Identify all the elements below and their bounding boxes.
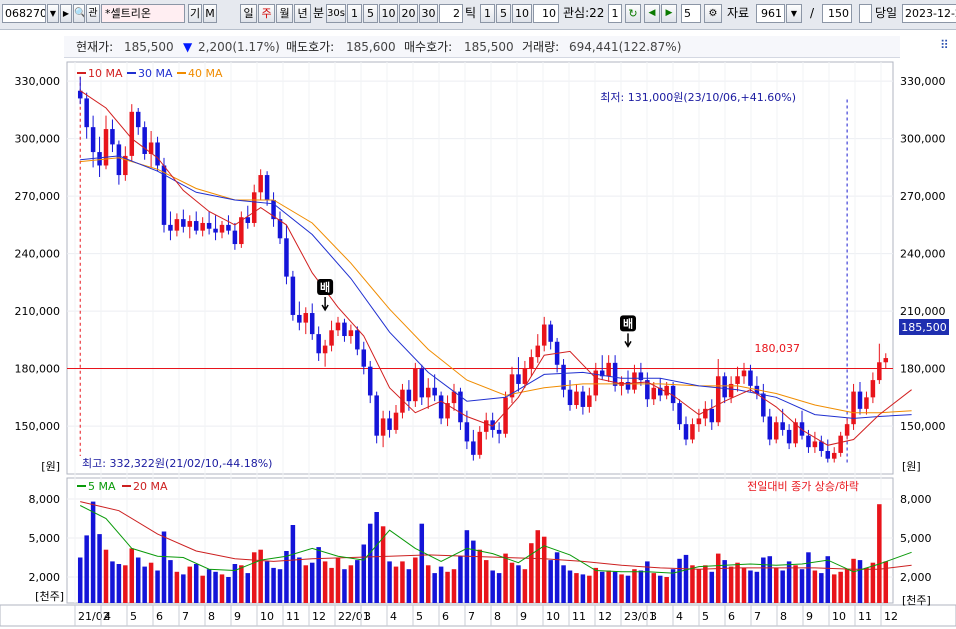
data-label: 자료 [727, 6, 750, 20]
minute-30s-button[interactable]: 30s [326, 4, 346, 23]
favorite-toggle-button[interactable]: 관 [86, 4, 100, 23]
today-checkbox[interactable] [859, 4, 872, 23]
data-count-input[interactable]: 961 [756, 4, 785, 23]
minute-label: 분 [313, 6, 325, 20]
date-input[interactable]: 2023-12-2 [902, 4, 956, 23]
period-year-button[interactable]: 년 [294, 4, 311, 23]
period-month-button[interactable]: 월 [276, 4, 293, 23]
interest-label: 관심:22 [563, 6, 605, 20]
next-page-arrow-icon[interactable]: ▶ [661, 4, 677, 23]
change-value: 2,200(1.17%) [198, 40, 280, 54]
minute-custom-input[interactable]: 2 [439, 4, 463, 23]
search-icon[interactable]: 🔍 [73, 4, 85, 23]
m-button[interactable]: M [203, 4, 217, 23]
minute-20-button[interactable]: 20 [399, 4, 418, 23]
minute-10-button[interactable]: 10 [379, 4, 398, 23]
volume-label: 거래량: [522, 40, 560, 54]
tick-5-button[interactable]: 5 [496, 4, 511, 23]
minute-30-button[interactable]: 30 [419, 4, 438, 23]
today-label: 당일 [875, 6, 898, 20]
chart-toolbar: 068270 ▼ ▶ 🔍 관 *셀트리온 기 M 일 주 월 년 분 30s 1… [0, 0, 956, 30]
tick-label: 틱 [465, 6, 477, 20]
chart-area[interactable] [0, 30, 956, 629]
interest-value-input[interactable]: 1 [608, 4, 622, 23]
nav-step-input[interactable]: 5 [681, 4, 701, 23]
volume-value: 694,441(122.87%) [569, 40, 682, 54]
price-value: 185,500 [124, 40, 174, 54]
bid-label: 매수호가: [404, 40, 453, 54]
quote-info-bar: 현재가: 185,500 ▼ 2,200(1.17%) 매도호가: 185,60… [64, 36, 900, 58]
panel-grid-icon[interactable]: ⠿ [940, 38, 949, 52]
minute-1-button[interactable]: 1 [347, 4, 362, 23]
down-triangle-icon: ▼ [183, 40, 193, 54]
bid-value: 185,500 [464, 40, 514, 54]
ask-label: 매도호가: [286, 40, 335, 54]
data-total-input[interactable]: 150 [822, 4, 852, 23]
settings-icon[interactable]: ⚙ [704, 4, 722, 23]
minute-5-button[interactable]: 5 [363, 4, 378, 23]
slash-separator: / [810, 6, 815, 20]
next-arrow-icon[interactable]: ▶ [60, 4, 72, 23]
gi-button[interactable]: 기 [188, 4, 202, 23]
ask-value: 185,600 [346, 40, 396, 54]
period-week-button[interactable]: 주 [258, 4, 275, 23]
stock-name-field: *셀트리온 [101, 4, 185, 23]
tick-1-button[interactable]: 1 [480, 4, 495, 23]
stock-code-input[interactable]: 068270 [2, 4, 46, 23]
price-label: 현재가: [76, 40, 114, 54]
refresh-icon[interactable]: ↻ [625, 4, 641, 23]
data-count-dropdown-icon[interactable]: ▼ [786, 4, 802, 23]
tick-10-button[interactable]: 10 [512, 4, 532, 23]
period-day-button[interactable]: 일 [240, 4, 257, 23]
prev-arrow-icon[interactable]: ◀ [644, 4, 660, 23]
dropdown-arrow-icon[interactable]: ▼ [47, 4, 59, 23]
tick-custom-input[interactable]: 10 [533, 4, 559, 23]
